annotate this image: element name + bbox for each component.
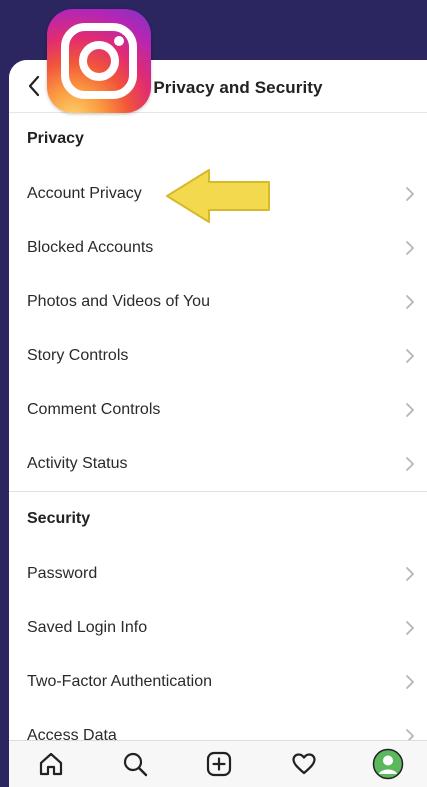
chevron-right-icon bbox=[406, 675, 414, 689]
nav-activity-button[interactable] bbox=[287, 747, 321, 781]
row-two-factor-auth[interactable]: Two-Factor Authentication bbox=[9, 655, 427, 709]
nav-home-button[interactable] bbox=[34, 747, 68, 781]
chevron-right-icon bbox=[406, 457, 414, 471]
row-label: Password bbox=[27, 565, 98, 582]
row-label: Two-Factor Authentication bbox=[27, 673, 212, 690]
row-password[interactable]: Password bbox=[9, 547, 427, 601]
instagram-logo-icon bbox=[47, 9, 151, 113]
row-activity-status[interactable]: Activity Status bbox=[9, 437, 427, 491]
chevron-right-icon bbox=[406, 241, 414, 255]
row-label: Account Privacy bbox=[27, 185, 142, 202]
row-label: Story Controls bbox=[27, 347, 129, 364]
camera-glyph-icon bbox=[61, 23, 137, 99]
nav-profile-button[interactable] bbox=[371, 747, 405, 781]
profile-avatar-icon bbox=[372, 748, 404, 780]
back-button[interactable] bbox=[21, 70, 47, 102]
add-post-icon bbox=[206, 751, 232, 777]
row-label: Activity Status bbox=[27, 455, 128, 472]
nav-add-post-button[interactable] bbox=[202, 747, 236, 781]
row-label: Photos and Videos of You bbox=[27, 293, 210, 310]
row-label: Blocked Accounts bbox=[27, 239, 154, 256]
row-label: Comment Controls bbox=[27, 401, 161, 418]
row-photos-and-videos[interactable]: Photos and Videos of You bbox=[9, 275, 427, 329]
search-icon bbox=[123, 752, 148, 777]
chevron-right-icon bbox=[406, 621, 414, 635]
heart-icon bbox=[292, 753, 316, 775]
chevron-right-icon bbox=[406, 295, 414, 309]
chevron-right-icon bbox=[406, 187, 414, 201]
highlight-arrow-icon bbox=[166, 169, 270, 223]
row-blocked-accounts[interactable]: Blocked Accounts bbox=[9, 221, 427, 275]
row-label: Saved Login Info bbox=[27, 619, 148, 636]
section-title-privacy: Privacy bbox=[27, 130, 84, 147]
row-comment-controls[interactable]: Comment Controls bbox=[9, 383, 427, 437]
chevron-right-icon bbox=[406, 567, 414, 581]
nav-search-button[interactable] bbox=[118, 747, 152, 781]
chevron-right-icon bbox=[406, 349, 414, 363]
section-title-security: Security bbox=[27, 510, 91, 527]
home-icon bbox=[39, 752, 63, 776]
section-divider bbox=[9, 491, 427, 492]
bottom-nav bbox=[9, 740, 427, 787]
row-saved-login-info[interactable]: Saved Login Info bbox=[9, 601, 427, 655]
chevron-right-icon bbox=[406, 403, 414, 417]
row-story-controls[interactable]: Story Controls bbox=[9, 329, 427, 383]
chevron-left-icon bbox=[28, 75, 40, 97]
